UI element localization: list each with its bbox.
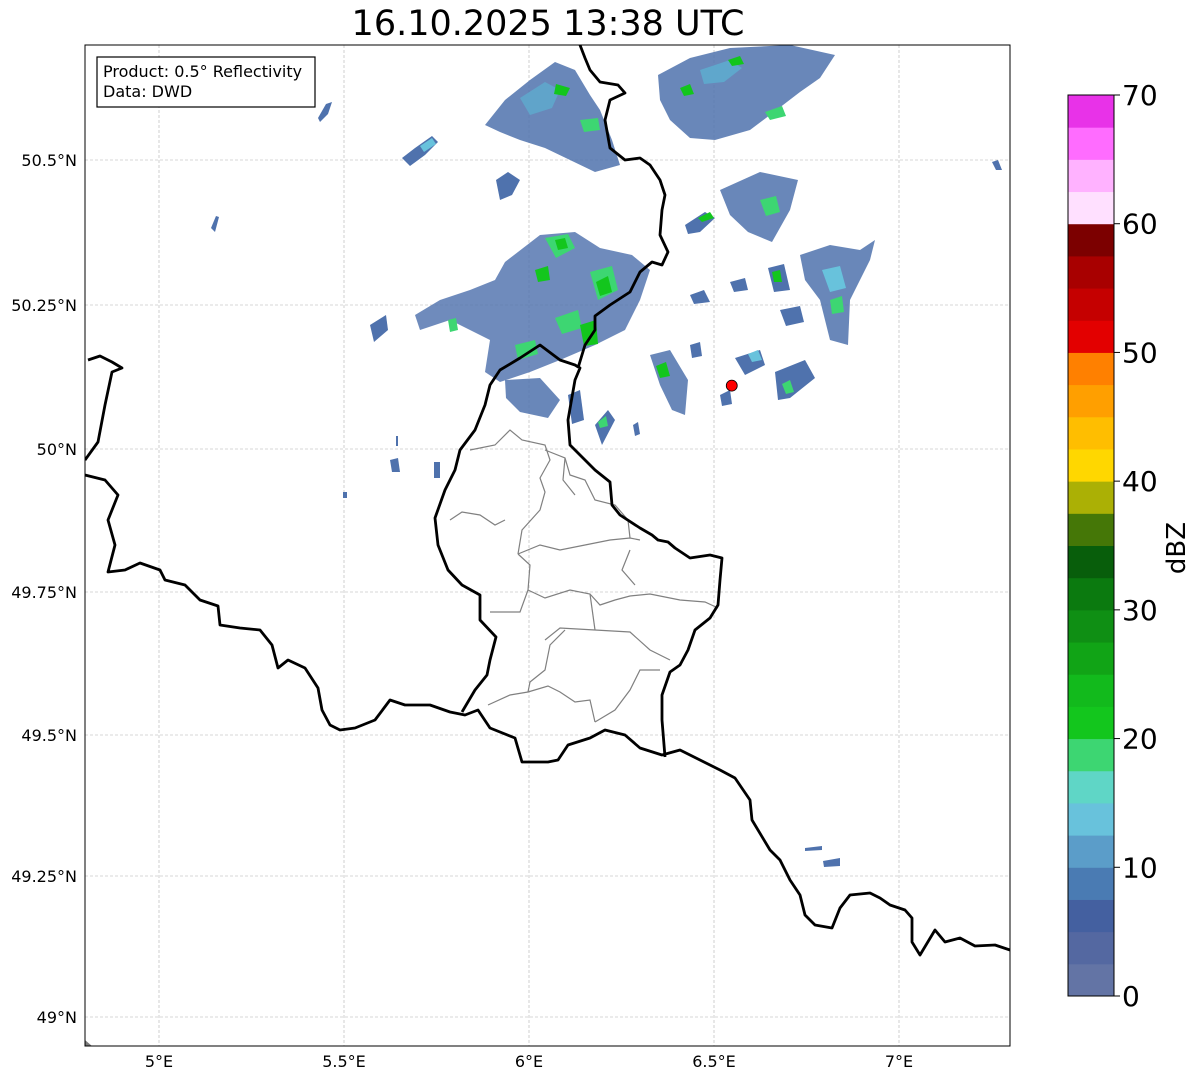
lon-tick-label: 5°E: [145, 1052, 173, 1071]
colorbar-swatch: [1068, 642, 1114, 675]
lon-tick-label: 6.5°E: [692, 1052, 736, 1071]
lon-tick-label: 5.5°E: [322, 1052, 366, 1071]
colorbar-swatch: [1068, 738, 1114, 772]
colorbar-tick-label: 10: [1122, 851, 1158, 884]
colorbar-swatch: [1068, 609, 1114, 643]
colorbar-swatch: [1068, 448, 1114, 482]
colorbar-swatch: [1068, 931, 1114, 965]
colorbar-tick-label: 30: [1122, 594, 1158, 627]
colorbar-swatch: [1068, 674, 1114, 707]
lat-tick-label: 49°N: [37, 1008, 77, 1027]
colorbar-swatch: [1068, 802, 1114, 836]
colorbar-swatch: [1068, 835, 1114, 868]
info-source-text: Data: DWD: [103, 82, 192, 101]
info-box: Product: 0.5° Reflectivity Data: DWD: [96, 56, 316, 108]
colorbar-swatch: [1068, 255, 1114, 289]
lat-tick-label: 50.5°N: [21, 151, 77, 170]
lon-tick-label: 6°E: [515, 1052, 543, 1071]
lat-tick-label: 49.5°N: [21, 726, 77, 745]
radar-map-figure: Product: 0.5° Reflectivity Data: DWD 5°E…: [11, 44, 1192, 1071]
colorbar-swatch: [1068, 963, 1114, 997]
colorbar-swatch: [1068, 899, 1114, 933]
colorbar-swatch: [1068, 223, 1114, 257]
colorbar-swatch: [1068, 384, 1114, 418]
colorbar: 0 10 20 30 40 50 60 70 dBZ: [1067, 79, 1192, 1013]
colorbar-swatch: [1068, 867, 1114, 900]
colorbar-swatch: [1068, 288, 1114, 321]
colorbar-tick-label: 50: [1122, 336, 1158, 369]
colorbar-tick-label: 70: [1122, 79, 1158, 112]
map-plot-area: [85, 45, 1010, 1046]
lon-tick-label: 7°E: [885, 1052, 913, 1071]
colorbar-tick-label: 20: [1122, 723, 1158, 756]
radar-site-marker: [725, 379, 738, 392]
colorbar-swatch: [1068, 770, 1114, 804]
lat-tick-label: 49.75°N: [11, 583, 77, 602]
colorbar-swatch: [1068, 352, 1114, 386]
lat-tick-label: 50°N: [37, 440, 77, 459]
colorbar-swatch: [1068, 577, 1114, 611]
colorbar-swatches: [1068, 95, 1114, 997]
lat-tick-label: 50.25°N: [11, 296, 77, 315]
colorbar-swatch: [1068, 95, 1114, 128]
lat-tick-label: 49.25°N: [11, 867, 77, 886]
colorbar-swatch: [1068, 127, 1114, 160]
colorbar-tick-label: 40: [1122, 465, 1158, 498]
colorbar-swatch: [1068, 481, 1114, 514]
colorbar-tick-label: 0: [1122, 980, 1140, 1013]
colorbar-swatch: [1068, 416, 1114, 450]
colorbar-swatch: [1068, 191, 1114, 225]
colorbar-label: dBZ: [1162, 522, 1192, 574]
colorbar-swatch: [1068, 513, 1114, 546]
colorbar-ticks: 0 10 20 30 40 50 60 70: [1114, 79, 1158, 1013]
colorbar-swatch: [1068, 320, 1114, 353]
colorbar-swatch: [1068, 545, 1114, 579]
colorbar-swatch: [1068, 706, 1114, 740]
colorbar-tick-label: 60: [1122, 208, 1158, 241]
colorbar-swatch: [1068, 159, 1114, 193]
info-product-text: Product: 0.5° Reflectivity: [103, 62, 302, 81]
